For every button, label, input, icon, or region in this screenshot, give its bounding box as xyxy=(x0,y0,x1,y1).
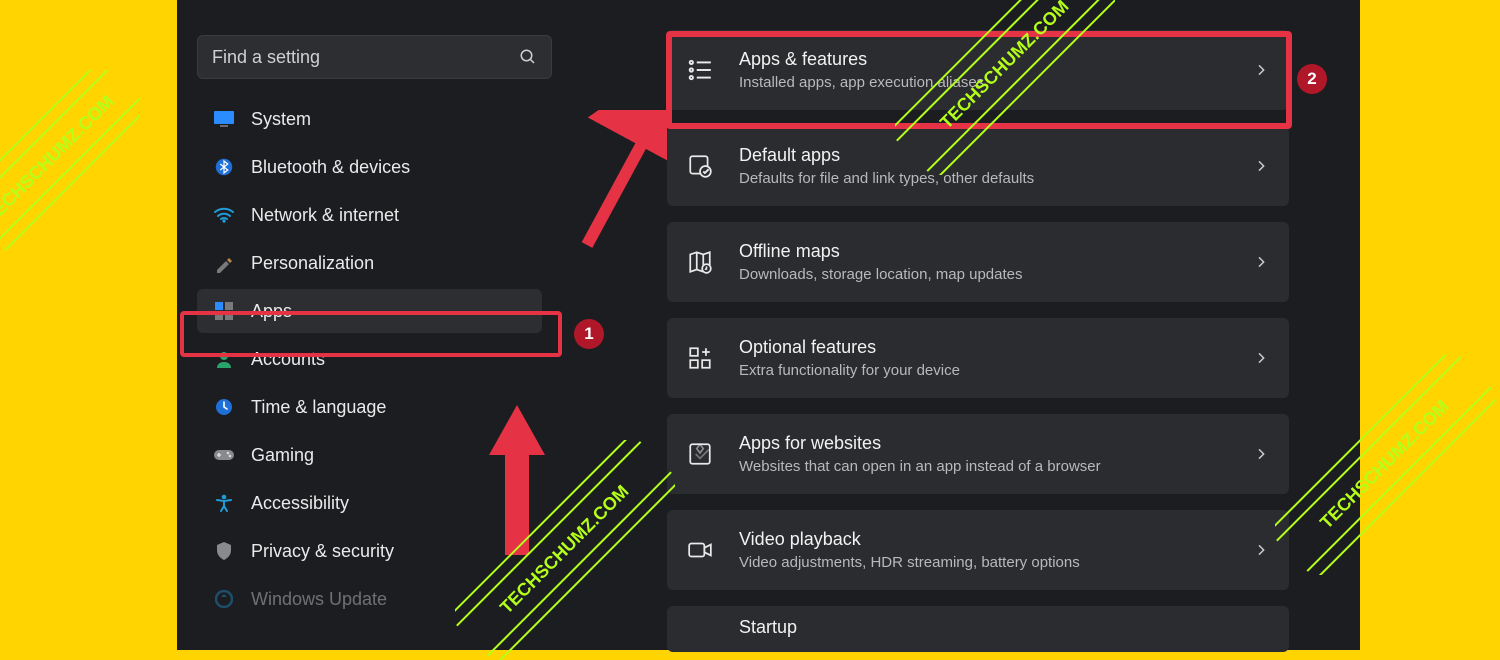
apps-icon xyxy=(213,300,235,322)
search-input[interactable]: Find a setting xyxy=(197,35,552,79)
settings-window: Find a setting System Bluetooth & device… xyxy=(177,0,1360,650)
watermark: TECHSCHUMZ.COM xyxy=(0,70,140,250)
chevron-right-icon xyxy=(1253,62,1269,78)
sidebar-item-label: Personalization xyxy=(251,253,374,274)
sidebar-item-label: Accessibility xyxy=(251,493,349,514)
card-default-apps[interactable]: Default apps Defaults for file and link … xyxy=(667,126,1289,206)
sidebar-item-label: Accounts xyxy=(251,349,325,370)
chevron-right-icon xyxy=(1253,542,1269,558)
accounts-icon xyxy=(213,348,235,370)
sidebar-item-windows-update[interactable]: Windows Update xyxy=(197,577,542,621)
annotation-badge-2: 2 xyxy=(1297,64,1327,94)
apps-websites-icon xyxy=(687,441,713,467)
chevron-right-icon xyxy=(1253,254,1269,270)
search-placeholder: Find a setting xyxy=(212,47,519,68)
wifi-icon xyxy=(213,204,235,226)
system-icon xyxy=(213,108,235,130)
sidebar-item-label: Gaming xyxy=(251,445,314,466)
sidebar-item-label: System xyxy=(251,109,311,130)
annotation-arrow-diagonal xyxy=(567,110,667,260)
sidebar-item-network[interactable]: Network & internet xyxy=(197,193,542,237)
sidebar-item-label: Network & internet xyxy=(251,205,399,226)
sidebar-item-privacy[interactable]: Privacy & security xyxy=(197,529,542,573)
sidebar-item-accessibility[interactable]: Accessibility xyxy=(197,481,542,525)
card-apps-for-websites[interactable]: Apps for websites Websites that can open… xyxy=(667,414,1289,494)
accessibility-icon xyxy=(213,492,235,514)
card-title: Video playback xyxy=(739,528,1253,551)
video-icon xyxy=(687,537,713,563)
sidebar-item-gaming[interactable]: Gaming xyxy=(197,433,542,477)
sidebar-item-label: Privacy & security xyxy=(251,541,394,562)
card-subtitle: Installed apps, app execution aliases xyxy=(739,73,1253,93)
chevron-right-icon xyxy=(1253,350,1269,366)
clock-icon xyxy=(213,396,235,418)
card-title: Optional features xyxy=(739,336,1253,359)
sidebar-item-accounts[interactable]: Accounts xyxy=(197,337,542,381)
sidebar-item-label: Bluetooth & devices xyxy=(251,157,410,178)
optional-features-icon xyxy=(687,345,713,371)
update-icon xyxy=(213,588,235,610)
card-video-playback[interactable]: Video playback Video adjustments, HDR st… xyxy=(667,510,1289,590)
card-title: Default apps xyxy=(739,144,1253,167)
gaming-icon xyxy=(213,444,235,466)
chevron-right-icon xyxy=(1253,158,1269,174)
shield-icon xyxy=(213,540,235,562)
chevron-right-icon xyxy=(1253,446,1269,462)
sidebar-item-label: Time & language xyxy=(251,397,386,418)
card-subtitle: Downloads, storage location, map updates xyxy=(739,265,1253,285)
card-title: Apps for websites xyxy=(739,432,1253,455)
sidebar-item-apps[interactable]: Apps xyxy=(197,289,542,333)
card-offline-maps[interactable]: Offline maps Downloads, storage location… xyxy=(667,222,1289,302)
card-subtitle: Extra functionality for your device xyxy=(739,361,1253,381)
sidebar-item-bluetooth[interactable]: Bluetooth & devices xyxy=(197,145,542,189)
bluetooth-icon xyxy=(213,156,235,178)
sidebar-item-label: Windows Update xyxy=(251,589,387,610)
personalization-icon xyxy=(213,252,235,274)
sidebar-item-time-language[interactable]: Time & language xyxy=(197,385,542,429)
search-icon xyxy=(519,48,537,66)
card-title: Offline maps xyxy=(739,240,1253,263)
card-subtitle: Websites that can open in an app instead… xyxy=(739,457,1253,477)
card-startup[interactable]: Startup xyxy=(667,606,1289,652)
content-area: Apps & features Installed apps, app exec… xyxy=(667,0,1337,650)
annotation-badge-1: 1 xyxy=(574,319,604,349)
sidebar-item-label: Apps xyxy=(251,301,292,322)
card-title: Apps & features xyxy=(739,48,1253,71)
card-title: Startup xyxy=(739,616,1269,639)
sidebar: Find a setting System Bluetooth & device… xyxy=(177,0,562,650)
card-optional-features[interactable]: Optional features Extra functionality fo… xyxy=(667,318,1289,398)
sidebar-item-personalization[interactable]: Personalization xyxy=(197,241,542,285)
sidebar-item-system[interactable]: System xyxy=(197,97,542,141)
list-icon xyxy=(687,57,713,83)
card-apps-features[interactable]: Apps & features Installed apps, app exec… xyxy=(667,30,1289,110)
default-apps-icon xyxy=(687,153,713,179)
map-icon xyxy=(687,249,713,275)
sidebar-nav: System Bluetooth & devices Network & int… xyxy=(197,97,542,621)
svg-text:TECHSCHUMZ.COM: TECHSCHUMZ.COM xyxy=(0,91,118,227)
card-subtitle: Defaults for file and link types, other … xyxy=(739,169,1253,189)
card-subtitle: Video adjustments, HDR streaming, batter… xyxy=(739,553,1253,573)
